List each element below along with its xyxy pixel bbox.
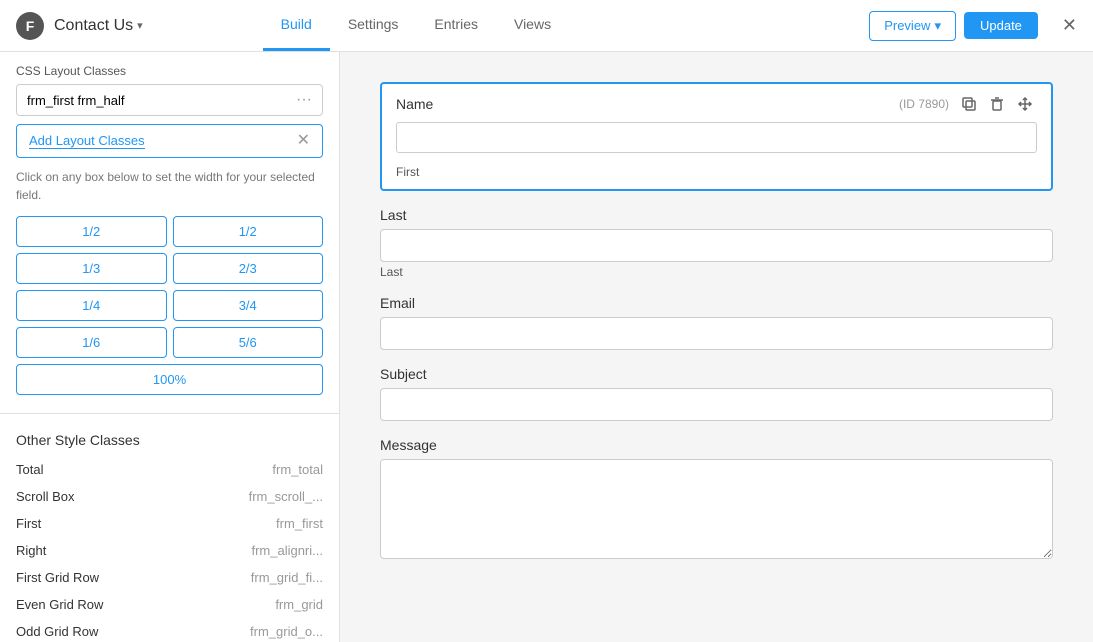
- delete-field-button[interactable]: [985, 94, 1009, 114]
- email-field-label: Email: [380, 295, 1053, 311]
- move-field-button[interactable]: [1013, 94, 1037, 114]
- grid-btn-1-6[interactable]: 1/6: [16, 327, 167, 358]
- sidebar: CSS Layout Classes ··· Add Layout Classe…: [0, 52, 340, 642]
- style-class-first: frm_first: [276, 516, 323, 531]
- css-layout-title: CSS Layout Classes: [0, 52, 339, 84]
- copy-icon: [961, 96, 977, 112]
- header-actions: Preview ▾ Update ✕: [869, 11, 1077, 41]
- grid-btn-1-3[interactable]: 1/3: [16, 253, 167, 284]
- grid-btn-100[interactable]: 100%: [16, 364, 323, 395]
- close-button[interactable]: ✕: [1062, 15, 1077, 36]
- other-styles-title: Other Style Classes: [0, 424, 339, 456]
- grid-row-half: 1/2 1/2: [16, 216, 323, 247]
- grid-row-full: 100%: [16, 364, 323, 395]
- style-row-total: Total frm_total: [0, 456, 339, 483]
- grid-row-sixths: 1/6 5/6: [16, 327, 323, 358]
- name-field-label: Name: [396, 96, 899, 112]
- name-field-header: Name (ID 7890): [382, 84, 1051, 118]
- css-dots-icon[interactable]: ···: [286, 85, 322, 115]
- style-name-right: Right: [16, 543, 46, 558]
- grid-btn-1-4[interactable]: 1/4: [16, 290, 167, 321]
- subject-field-label: Subject: [380, 366, 1053, 382]
- last-field-block: Last Last: [380, 207, 1053, 279]
- style-row-even-grid: Even Grid Row frm_grid: [0, 591, 339, 618]
- name-field-sublabel: First: [382, 163, 1051, 189]
- style-row-odd-grid: Odd Grid Row frm_grid_o...: [0, 618, 339, 642]
- last-field-label: Last: [380, 207, 1053, 223]
- copy-field-button[interactable]: [957, 94, 981, 114]
- header: F Contact Us ▾ Build Settings Entries Vi…: [0, 0, 1093, 52]
- title-caret-icon[interactable]: ▾: [137, 19, 143, 32]
- move-icon: [1017, 96, 1033, 112]
- style-class-odd-grid: frm_grid_o...: [250, 624, 323, 639]
- main-layout: CSS Layout Classes ··· Add Layout Classe…: [0, 52, 1093, 642]
- form-content: Name (ID 7890) First Last: [340, 52, 1093, 642]
- tab-entries[interactable]: Entries: [416, 0, 496, 51]
- trash-icon: [989, 96, 1005, 112]
- grid-btn-5-6[interactable]: 5/6: [173, 327, 324, 358]
- add-layout-classes-row[interactable]: Add Layout Classes ✕: [16, 124, 323, 158]
- header-tabs: Build Settings Entries Views: [263, 0, 569, 51]
- last-field-input[interactable]: [380, 229, 1053, 262]
- subject-field-input[interactable]: [380, 388, 1053, 421]
- last-field-sublabel: Last: [380, 265, 1053, 279]
- name-field-actions: [957, 94, 1037, 114]
- style-class-total: frm_total: [272, 462, 323, 477]
- subject-field-block: Subject: [380, 366, 1053, 421]
- grid-row-quarters: 1/4 3/4: [16, 290, 323, 321]
- tab-views[interactable]: Views: [496, 0, 569, 51]
- grid-btn-1-2-right[interactable]: 1/2: [173, 216, 324, 247]
- css-class-input[interactable]: [17, 86, 286, 115]
- tab-settings[interactable]: Settings: [330, 0, 417, 51]
- style-row-scroll: Scroll Box frm_scroll_...: [0, 483, 339, 510]
- grid-btn-3-4[interactable]: 3/4: [173, 290, 324, 321]
- style-name-total: Total: [16, 462, 43, 477]
- style-name-first-grid: First Grid Row: [16, 570, 99, 585]
- logo-icon: F: [16, 12, 44, 40]
- update-button[interactable]: Update: [964, 12, 1038, 39]
- email-field-block: Email: [380, 295, 1053, 350]
- style-name-scroll: Scroll Box: [16, 489, 75, 504]
- name-field-input[interactable]: [396, 122, 1037, 153]
- style-row-first-grid: First Grid Row frm_grid_fi...: [0, 564, 339, 591]
- hint-text: Click on any box below to set the width …: [0, 164, 339, 216]
- style-row-right: Right frm_alignri...: [0, 537, 339, 564]
- grid-btn-2-3[interactable]: 2/3: [173, 253, 324, 284]
- style-row-first: First frm_first: [0, 510, 339, 537]
- grid-section: 1/2 1/2 1/3 2/3 1/4 3/4 1/6 5/6 100%: [0, 216, 339, 413]
- message-field-label: Message: [380, 437, 1053, 453]
- style-name-odd-grid: Odd Grid Row: [16, 624, 98, 639]
- message-field-textarea[interactable]: [380, 459, 1053, 559]
- app-title: Contact Us ▾: [54, 17, 143, 35]
- name-field-id: (ID 7890): [899, 97, 949, 111]
- style-class-first-grid: frm_grid_fi...: [251, 570, 323, 585]
- style-class-even-grid: frm_grid: [275, 597, 323, 612]
- style-class-right: frm_alignri...: [251, 543, 323, 558]
- message-field-block: Message: [380, 437, 1053, 562]
- grid-btn-1-2-left[interactable]: 1/2: [16, 216, 167, 247]
- tab-build[interactable]: Build: [263, 0, 330, 51]
- style-class-scroll: frm_scroll_...: [249, 489, 323, 504]
- name-field-block[interactable]: Name (ID 7890) First: [380, 82, 1053, 191]
- preview-button[interactable]: Preview ▾: [869, 11, 956, 41]
- style-name-even-grid: Even Grid Row: [16, 597, 103, 612]
- grid-row-thirds: 1/3 2/3: [16, 253, 323, 284]
- close-add-layout-button[interactable]: ✕: [297, 133, 310, 149]
- email-field-input[interactable]: [380, 317, 1053, 350]
- css-input-row: ···: [16, 84, 323, 116]
- style-name-first: First: [16, 516, 41, 531]
- add-layout-label: Add Layout Classes: [29, 133, 145, 149]
- sidebar-divider: [0, 413, 339, 414]
